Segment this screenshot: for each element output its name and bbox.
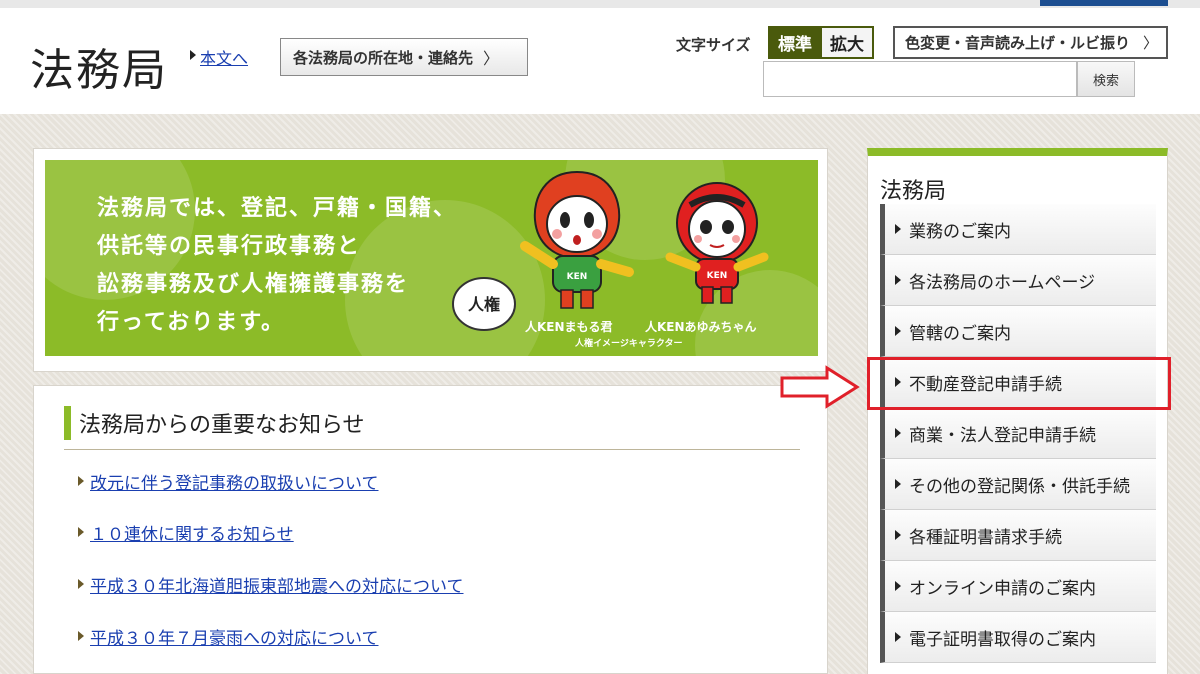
chevron-right-icon: 〉 [1142, 34, 1158, 52]
highlight-annotation-box [867, 357, 1171, 410]
font-size-label: 文字サイズ [676, 36, 751, 54]
section-heading: 法務局からの重要なお知らせ [64, 406, 800, 440]
accessibility-tools-label: 色変更・音声読み上げ・ルビ振り [905, 34, 1131, 52]
search-input[interactable] [763, 61, 1077, 97]
intro-banner[interactable]: 法務局では、登記、戸籍・国籍、 供託等の民事行政事務と 訟務事務及び人権擁護事務… [45, 160, 818, 356]
sidebar-item-label: 各種証明書請求手続 [909, 527, 1062, 548]
news-link[interactable]: １０連休に関するお知らせ [90, 525, 294, 545]
banner-line: 行っております。 [97, 310, 286, 335]
triangle-icon [78, 476, 84, 486]
office-locations-button[interactable]: 各法務局の所在地・連絡先 〉 [280, 38, 528, 76]
character-name: 人KENまもる君 [525, 320, 613, 334]
sidebar-item-label: オンライン申請のご案内 [909, 578, 1096, 599]
triangle-icon [190, 50, 196, 60]
triangle-icon [895, 224, 901, 234]
banner-card: 法務局では、登記、戸籍・国籍、 供託等の民事行政事務と 訟務事務及び人権擁護事務… [33, 148, 828, 372]
sidebar-item-label: 電子証明書取得のご案内 [909, 629, 1096, 650]
triangle-icon [895, 581, 901, 591]
news-item: １０連休に関するお知らせ [78, 520, 294, 545]
triangle-icon [895, 275, 901, 285]
sidebar-item-label: 商業・法人登記申請手続 [909, 425, 1096, 446]
triangle-icon [78, 631, 84, 641]
arrow-right-icon [780, 365, 860, 409]
news-item: 平成３０年７月豪雨への対応について [78, 624, 379, 649]
top-strip [0, 0, 1200, 8]
sidebar-item-commercial-registration[interactable]: 商業・法人登記申請手続 [880, 408, 1156, 459]
sidebar-item-bureau-homepages[interactable]: 各法務局のホームページ [880, 255, 1156, 306]
triangle-icon [78, 527, 84, 537]
sidebar-item-label: 業務のご案内 [909, 221, 1011, 242]
ayumi-chan-character-illustration: KEN [665, 182, 769, 304]
office-locations-label: 各法務局の所在地・連絡先 [293, 48, 474, 67]
character-name: 人KENあゆみちゃん [645, 320, 757, 334]
search-button[interactable]: 検索 [1077, 61, 1135, 97]
banner-line: 供託等の民事行政事務と [97, 234, 362, 259]
banner-line: 訟務事務及び人権擁護事務を [97, 272, 410, 297]
shirt-text: KEN [567, 272, 588, 282]
sidebar-item-e-certificate[interactable]: 電子証明書取得のご案内 [880, 612, 1156, 663]
sidebar-menu: 業務のご案内 各法務局のホームページ 管轄のご案内 不動産登記申請手続 商業・法… [880, 204, 1156, 663]
sidebar-item-business-guide[interactable]: 業務のご案内 [880, 204, 1156, 255]
divider [64, 449, 800, 450]
news-link[interactable]: 改元に伴う登記事務の取扱いについて [90, 474, 379, 494]
sidebar-item-label: 各法務局のホームページ [909, 272, 1096, 293]
sidebar-item-certificates[interactable]: 各種証明書請求手続 [880, 510, 1156, 561]
sidebar-item-label: 管轄のご案内 [909, 323, 1011, 344]
top-accent-bar [1040, 0, 1168, 6]
sidebar-nav: 法務局 業務のご案内 各法務局のホームページ 管轄のご案内 不動産登記申請手続 … [867, 148, 1168, 674]
sidebar-item-label: その他の登記関係・供託手続 [909, 476, 1130, 497]
triangle-icon [895, 530, 901, 540]
triangle-icon [895, 632, 901, 642]
character-caption: 人権イメージキャラクター [575, 339, 683, 349]
font-size-large-button[interactable]: 拡大 [822, 26, 874, 59]
mamoru-kun-character-illustration: KEN [520, 170, 634, 309]
triangle-icon [895, 428, 901, 438]
site-header: 法務局 本文へ 各法務局の所在地・連絡先 〉 文字サイズ 標準 拡大 色変更・音… [0, 8, 1200, 114]
sidebar-title: 法務局 [880, 179, 947, 204]
chevron-right-icon: 〉 [483, 49, 500, 68]
site-title-logo[interactable]: 法務局 [30, 34, 168, 98]
triangle-icon [895, 326, 901, 336]
sidebar-item-online-application[interactable]: オンライン申請のご案内 [880, 561, 1156, 612]
shirt-text: KEN [707, 271, 728, 281]
seal-text: 人権 [468, 295, 500, 314]
banner-message: 法務局では、登記、戸籍・国籍、 供託等の民事行政事務と 訟務事務及び人権擁護事務… [97, 190, 457, 342]
news-link[interactable]: 平成３０年北海道胆振東部地震への対応について [90, 577, 464, 597]
jinken-seal-illustration: 人権 [452, 277, 516, 331]
sidebar-item-jurisdiction[interactable]: 管轄のご案内 [880, 306, 1156, 357]
news-item: 改元に伴う登記事務の取扱いについて [78, 469, 379, 494]
skip-to-content-link[interactable]: 本文へ [200, 49, 248, 68]
news-item: 平成３０年北海道胆振東部地震への対応について [78, 572, 464, 597]
triangle-icon [78, 579, 84, 589]
accessibility-tools-button[interactable]: 色変更・音声読み上げ・ルビ振り 〉 [893, 26, 1168, 59]
news-link[interactable]: 平成３０年７月豪雨への対応について [90, 629, 379, 649]
font-size-standard-button[interactable]: 標準 [768, 26, 822, 59]
important-notices-section: 法務局からの重要なお知らせ 改元に伴う登記事務の取扱いについて １０連休に関する… [33, 385, 828, 674]
triangle-icon [895, 479, 901, 489]
banner-line: 法務局では、登記、戸籍・国籍、 [97, 196, 458, 221]
skip-to-content: 本文へ [190, 45, 248, 69]
sidebar-item-other-registration[interactable]: その他の登記関係・供託手続 [880, 459, 1156, 510]
